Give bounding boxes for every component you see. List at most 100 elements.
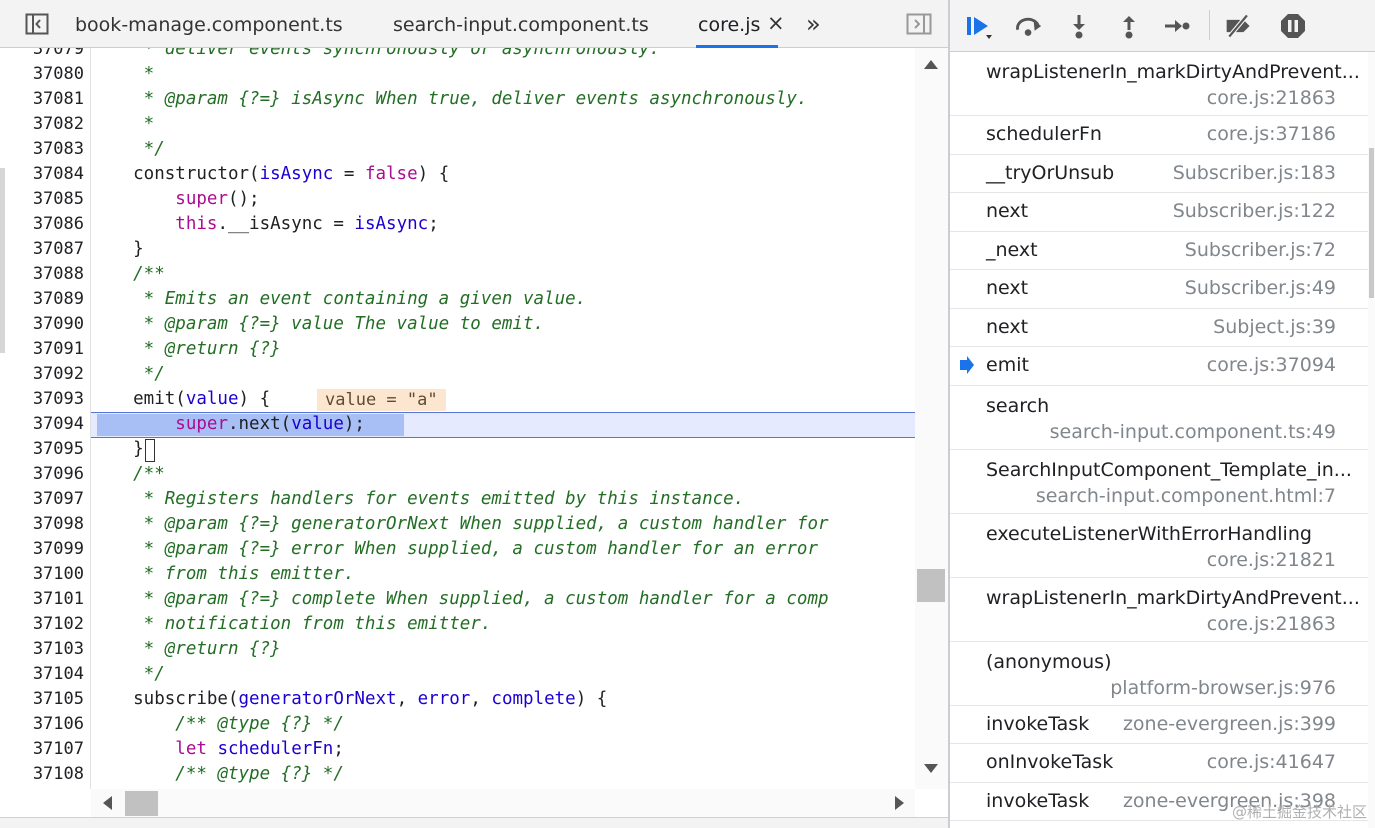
call-frame-location[interactable]: search-input.component.ts:49 (1050, 421, 1336, 443)
call-frame-item[interactable]: schedulerFn core.js:37186 (950, 116, 1368, 155)
vertical-scrollbar[interactable] (915, 48, 948, 789)
code-line[interactable]: /** @type {?} */ (91, 762, 344, 787)
code-line[interactable]: * (91, 62, 155, 87)
code-line[interactable]: /** (91, 262, 165, 287)
call-frame-location[interactable]: core.js:21863 (1207, 613, 1336, 635)
resume-icon[interactable] (964, 12, 994, 40)
step-over-icon[interactable] (1014, 12, 1044, 40)
call-frame-location[interactable]: Subscriber.js:72 (1185, 239, 1336, 261)
line-number[interactable]: 37080 (8, 62, 84, 87)
scroll-left-arrow-icon[interactable] (103, 796, 112, 810)
code-line[interactable]: * @param {?=} complete When supplied, a … (91, 587, 829, 612)
close-tab-icon[interactable]: × (767, 12, 785, 34)
line-number[interactable]: 37085 (8, 187, 84, 212)
call-frame-location[interactable]: core.js:37186 (1207, 123, 1336, 145)
horizontal-scroll-thumb[interactable] (125, 791, 158, 816)
call-frame-item[interactable]: (anonymous) platform-browser.js:976 (950, 642, 1368, 706)
line-number[interactable]: 37094 (8, 412, 84, 437)
more-tabs-icon[interactable]: » (806, 10, 821, 38)
line-number[interactable]: 37092 (8, 362, 84, 387)
line-number[interactable]: 37090 (8, 312, 84, 337)
code-line[interactable]: * @return {?} (91, 637, 281, 662)
code-line[interactable]: * from this emitter. (91, 562, 355, 587)
vertical-scroll-thumb[interactable] (917, 569, 945, 602)
step-out-icon[interactable] (1114, 12, 1144, 40)
line-number[interactable]: 37103 (8, 637, 84, 662)
call-frame-location[interactable]: Subscriber.js:183 (1173, 162, 1336, 184)
code-line[interactable]: * deliver events synchronously or asynch… (91, 48, 660, 62)
scroll-up-arrow-icon[interactable] (924, 60, 938, 69)
line-number-gutter[interactable]: 37079 37080 37081 37082 37083 37084 37085 37086… (8, 48, 91, 789)
line-number[interactable]: 37108 (8, 762, 84, 787)
toggle-navigator-icon[interactable] (24, 11, 50, 37)
call-frame-item[interactable]: search search-input.component.ts:49 (950, 386, 1368, 450)
code-line[interactable]: */ (91, 662, 165, 687)
call-frame-location[interactable]: zone-evergreen.js:399 (1123, 713, 1336, 735)
call-frame-location[interactable]: search-input.component.html:7 (1036, 485, 1336, 507)
code-line[interactable]: * Registers handlers for events emitted … (91, 487, 745, 512)
call-frame-item[interactable]: __tryOrUnsub Subscriber.js:183 (950, 155, 1368, 193)
call-frame-item[interactable]: emit core.js:37094 (950, 347, 1368, 386)
line-number[interactable]: 37101 (8, 587, 84, 612)
code-line[interactable]: * Emits an event containing a given valu… (91, 287, 587, 312)
line-number[interactable]: 37105 (8, 687, 84, 712)
line-number[interactable]: 37104 (8, 662, 84, 687)
code-line[interactable]: super.next(value); (91, 412, 365, 437)
code-line[interactable]: * @param {?=} isAsync When true, deliver… (91, 87, 808, 112)
line-number[interactable]: 37095 (8, 437, 84, 462)
step-into-icon[interactable] (1064, 12, 1094, 40)
tab-core-js[interactable]: core.js (695, 0, 779, 48)
line-number[interactable]: 37098 (8, 512, 84, 537)
code-line[interactable]: * @return {?} (91, 337, 281, 362)
line-number[interactable]: 37106 (8, 712, 84, 737)
line-number[interactable]: 37087 (8, 237, 84, 262)
call-frame-item[interactable]: SearchInputComponent_Template_in... searc… (950, 450, 1368, 514)
call-stack-scroll-thumb[interactable] (1369, 148, 1374, 298)
call-frame-location[interactable]: core.js:21821 (1207, 549, 1336, 571)
step-icon[interactable] (1162, 12, 1192, 40)
line-number[interactable]: 37099 (8, 537, 84, 562)
toggle-debugger-icon[interactable] (906, 11, 932, 37)
call-frame-item[interactable]: executeListenerWithErrorHandling core.js:… (950, 514, 1368, 578)
call-frame-location[interactable]: platform-browser.js:976 (1110, 677, 1336, 699)
deactivate-breakpoints-icon[interactable] (1224, 12, 1254, 40)
code-line[interactable]: subscribe(generatorOrNext, error, comple… (91, 687, 607, 712)
code-line[interactable]: emit(value) { (91, 387, 270, 412)
code-line[interactable]: */ (91, 137, 165, 162)
call-frame-item[interactable]: onInvokeTask core.js:41647 (950, 744, 1368, 783)
call-frame-location[interactable]: Subscriber.js:122 (1173, 200, 1336, 222)
line-number[interactable]: 37084 (8, 162, 84, 187)
code-line[interactable]: } (91, 437, 144, 462)
scroll-right-arrow-icon[interactable] (895, 796, 904, 810)
pause-on-exceptions-icon[interactable] (1278, 12, 1308, 40)
call-frame-item[interactable]: _next Subscriber.js:72 (950, 232, 1368, 270)
call-frame-location[interactable]: Subscriber.js:49 (1185, 277, 1336, 299)
line-number[interactable]: 37109 (8, 787, 84, 789)
scroll-down-arrow-icon[interactable] (924, 764, 938, 773)
horizontal-scrollbar[interactable] (91, 789, 915, 817)
code-line[interactable]: */ (91, 362, 165, 387)
call-stack-scrollbar[interactable] (1368, 52, 1375, 828)
line-number[interactable]: 37107 (8, 737, 84, 762)
line-number[interactable]: 37079 (8, 48, 84, 62)
code-line[interactable]: constructor(isAsync = false) { (91, 162, 449, 187)
call-frame-item[interactable]: next Subscriber.js:49 (950, 270, 1368, 309)
code-line[interactable]: super(); (91, 187, 259, 212)
call-frame-item[interactable]: next Subscriber.js:122 (950, 193, 1368, 232)
call-frame-item[interactable]: invokeTask zone-evergreen.js:399 (950, 706, 1368, 744)
call-frame-item[interactable]: next Subject.js:39 (950, 309, 1368, 347)
code-view[interactable]: * deliver events synchronously or asynch… (91, 48, 915, 789)
line-number[interactable]: 37083 (8, 137, 84, 162)
line-number[interactable]: 37100 (8, 562, 84, 587)
panel-resize-handle[interactable] (0, 168, 5, 353)
code-line[interactable]: * @param {?=} error When supplied, a cus… (91, 537, 818, 562)
code-line[interactable]: * @param {?=} value The value to emit. (91, 312, 544, 337)
call-frame-location[interactable]: core.js:41647 (1207, 751, 1336, 773)
code-line[interactable]: * (91, 112, 155, 137)
line-number[interactable]: 37081 (8, 87, 84, 112)
tab-search-input-component[interactable]: search-input.component.ts (393, 0, 649, 48)
line-number[interactable]: 37096 (8, 462, 84, 487)
line-number[interactable]: 37086 (8, 212, 84, 237)
call-frame-item[interactable]: wrapListenerIn_markDirtyAndPrevent... cor… (950, 578, 1368, 642)
code-line[interactable]: * notification from this emitter. (91, 612, 492, 637)
